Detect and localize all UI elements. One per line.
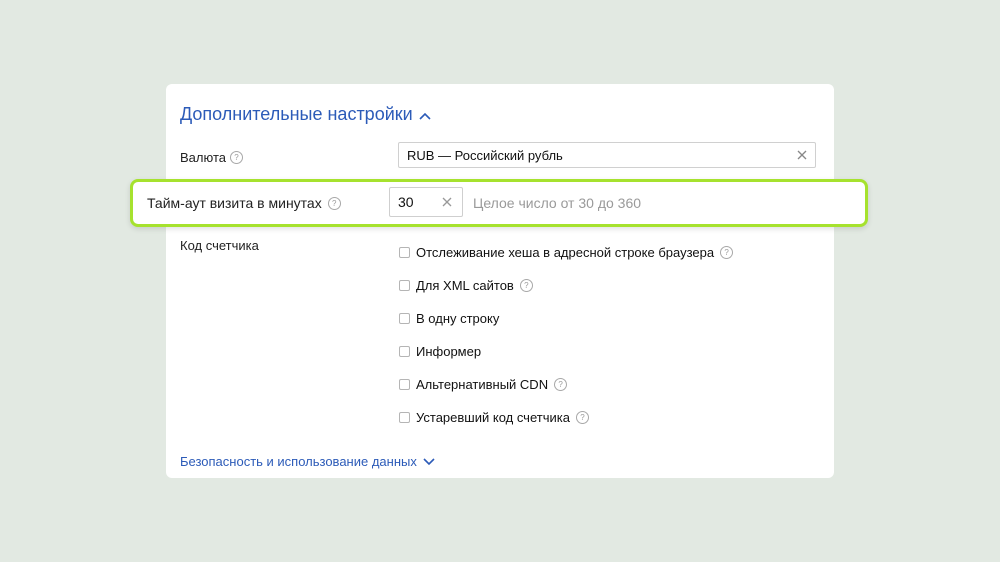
- footer-link-label: Безопасность и использование данных: [180, 454, 417, 469]
- currency-select[interactable]: RUB — Российский рубль: [398, 142, 816, 168]
- help-icon[interactable]: ?: [554, 378, 568, 391]
- counter-code-label: Код счетчика: [180, 238, 259, 253]
- chevron-down-icon: [423, 457, 435, 465]
- timeout-row-highlight: Тайм-аут визита в минутах ? 30 Целое чис…: [130, 179, 868, 227]
- timeout-hint: Целое число от 30 до 360: [473, 195, 642, 211]
- help-icon[interactable]: ?: [519, 279, 533, 292]
- help-icon[interactable]: ?: [720, 246, 734, 259]
- checkbox[interactable]: [399, 346, 410, 357]
- counter-code-label-row: Код счетчика: [180, 238, 259, 253]
- currency-label: Валюта: [180, 150, 226, 165]
- option-label: Устаревший код счетчика: [416, 410, 570, 425]
- currency-row-label: Валюта ?: [180, 150, 243, 165]
- advanced-settings-toggle[interactable]: Дополнительные настройки: [180, 104, 431, 125]
- chevron-up-icon: [419, 112, 431, 120]
- help-icon[interactable]: ?: [230, 151, 243, 164]
- checkbox[interactable]: [399, 379, 410, 390]
- clear-icon[interactable]: [795, 148, 809, 162]
- option-xml-sites[interactable]: Для XML сайтов ?: [399, 269, 733, 302]
- security-data-usage-toggle[interactable]: Безопасность и использование данных: [180, 454, 435, 469]
- counter-code-options: Отслеживание хеша в адресной строке брау…: [399, 236, 734, 434]
- option-label: В одну строку: [416, 311, 500, 326]
- option-hash-tracking[interactable]: Отслеживание хеша в адресной строке брау…: [399, 236, 734, 269]
- checkbox[interactable]: [399, 280, 410, 291]
- timeout-label: Тайм-аут визита в минутах: [147, 195, 322, 211]
- clear-icon[interactable]: [440, 195, 454, 209]
- option-informer[interactable]: Информер: [399, 335, 733, 368]
- checkbox[interactable]: [399, 412, 410, 423]
- option-label: Информер: [416, 344, 482, 359]
- timeout-value: 30: [398, 194, 414, 210]
- option-alternative-cdn[interactable]: Альтернативный CDN ?: [399, 368, 733, 401]
- section-title: Дополнительные настройки: [180, 104, 413, 124]
- option-label: Отслеживание хеша в адресной строке брау…: [416, 245, 715, 260]
- timeout-input[interactable]: 30: [389, 187, 463, 217]
- option-single-line[interactable]: В одну строку: [399, 302, 733, 335]
- help-icon[interactable]: ?: [327, 196, 341, 210]
- advanced-settings-card: Дополнительные настройки Валюта ? RUB — …: [166, 84, 834, 478]
- checkbox[interactable]: [399, 247, 410, 258]
- option-label: Для XML сайтов: [416, 278, 514, 293]
- timeout-label-row: Тайм-аут визита в минутах ?: [147, 195, 341, 211]
- option-legacy-code[interactable]: Устаревший код счетчика ?: [399, 401, 733, 434]
- currency-value: RUB — Российский рубль: [407, 147, 563, 163]
- option-label: Альтернативный CDN: [416, 377, 549, 392]
- checkbox[interactable]: [399, 313, 410, 324]
- help-icon[interactable]: ?: [575, 411, 589, 424]
